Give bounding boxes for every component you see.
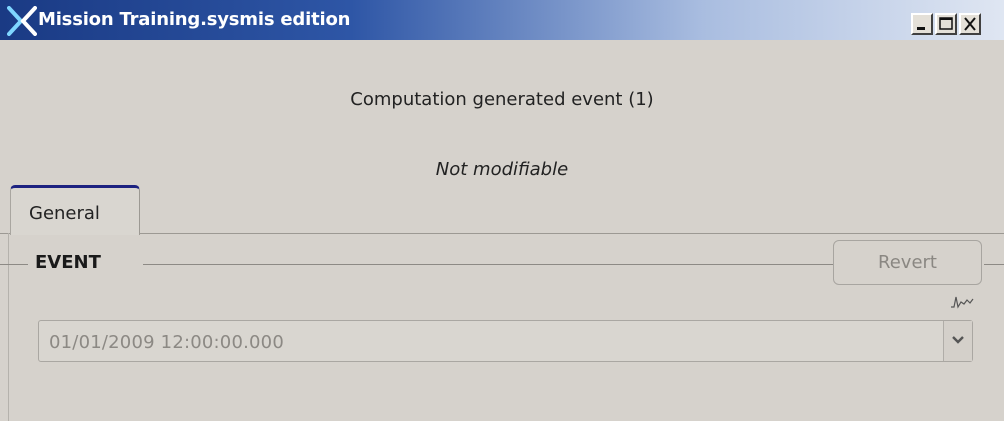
dialog-heading: Computation generated event (1): [350, 89, 654, 110]
maximize-icon: [939, 17, 953, 30]
group-frame-line: [0, 264, 28, 265]
revert-button[interactable]: Revert: [833, 240, 982, 285]
group-frame-line: [984, 264, 1004, 265]
maximize-button[interactable]: [935, 13, 957, 35]
graph-icon[interactable]: [950, 294, 974, 310]
close-button[interactable]: [959, 13, 981, 35]
event-group-label: EVENT: [35, 252, 101, 273]
title-bar[interactable]: Mission Training.sysmis edition: [0, 0, 1004, 40]
tab-general[interactable]: General: [10, 185, 140, 235]
minimize-button[interactable]: [911, 13, 933, 35]
close-icon: [964, 17, 976, 31]
window-title: Mission Training.sysmis edition: [38, 9, 351, 30]
event-date-value: 01/01/2009 12:00:00.000: [49, 332, 284, 353]
dialog-window: Mission Training.sysmis edition Computat…: [0, 0, 1004, 421]
group-frame-line: [143, 264, 833, 265]
chevron-down-icon: [952, 336, 964, 344]
panel-border: [8, 233, 9, 421]
event-date-dropdown[interactable]: 01/01/2009 12:00:00.000: [38, 320, 973, 362]
modifiable-status: Not modifiable: [435, 159, 569, 180]
tab-bar-divider: [140, 233, 1004, 234]
app-logo-icon: [7, 6, 37, 36]
dropdown-button[interactable]: [943, 321, 972, 361]
tab-general-label: General: [29, 203, 100, 224]
minimize-icon: [917, 27, 925, 30]
